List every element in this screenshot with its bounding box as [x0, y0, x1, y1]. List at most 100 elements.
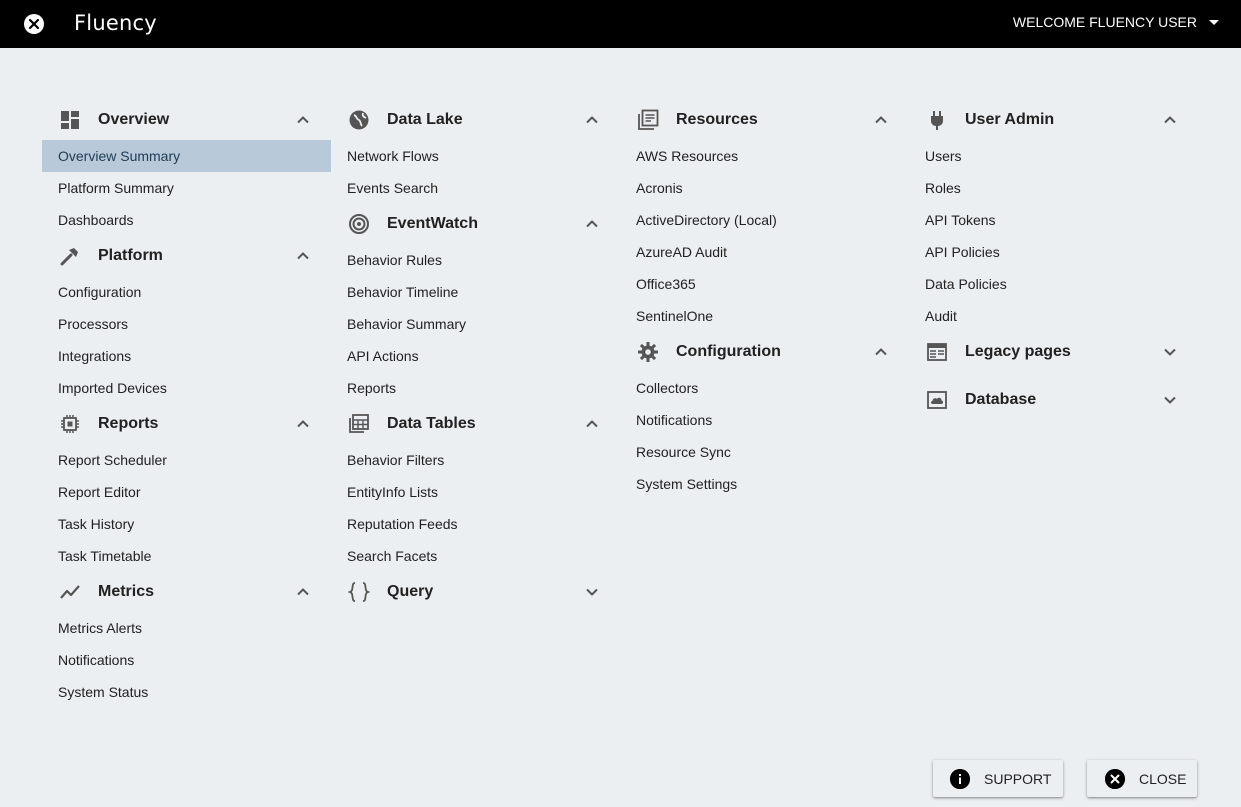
menu-item-platform-summary[interactable]: Platform Summary	[42, 172, 331, 204]
menu-item-integrations[interactable]: Integrations	[42, 340, 331, 372]
chevron-up-icon[interactable]	[584, 216, 600, 232]
hammer-icon	[58, 244, 82, 268]
menu-item-azuread-audit[interactable]: AzureAD Audit	[620, 236, 909, 268]
menu-item-notifications[interactable]: Notifications	[42, 644, 331, 676]
menu-item-report-scheduler[interactable]: Report Scheduler	[42, 444, 331, 476]
section-title: EventWatch	[387, 215, 478, 232]
menu-column-1: Overview Overview Summary Platform Summary…	[42, 100, 331, 708]
menu-item-metrics-alerts[interactable]: Metrics Alerts	[42, 612, 331, 644]
section-title: Overview	[98, 111, 170, 128]
section-title: Platform	[98, 247, 163, 264]
chevron-up-icon[interactable]	[1162, 112, 1178, 128]
menu-item-api-actions[interactable]: API Actions	[331, 340, 620, 372]
menu-item-imported-devices[interactable]: Imported Devices	[42, 372, 331, 404]
chevron-up-icon[interactable]	[295, 584, 311, 600]
section-header-legacy-pages[interactable]: Legacy pages	[909, 332, 1198, 372]
menu-item-notifications[interactable]: Notifications	[620, 404, 909, 436]
chevron-up-icon[interactable]	[873, 344, 889, 360]
chevron-up-icon[interactable]	[295, 112, 311, 128]
menu-column-2: Data Lake Network Flows Events Search Event…	[331, 100, 620, 620]
menu-section-eventwatch: EventWatch Behavior Rules Behavior Timelin…	[331, 204, 620, 404]
section-header-reports[interactable]: Reports	[42, 404, 331, 444]
menu-item-task-timetable[interactable]: Task Timetable	[42, 540, 331, 572]
chevron-up-icon[interactable]	[584, 416, 600, 432]
menu-item-behavior-rules[interactable]: Behavior Rules	[331, 244, 620, 276]
menu-item-behavior-summary[interactable]: Behavior Summary	[331, 308, 620, 340]
section-header-overview[interactable]: Overview	[42, 100, 331, 140]
section-title: Configuration	[676, 343, 781, 360]
chevron-down-icon[interactable]	[1162, 344, 1178, 360]
close-button[interactable]: CLOSE	[1087, 760, 1197, 797]
support-button[interactable]: SUPPORT	[933, 760, 1063, 797]
braces-icon	[347, 580, 371, 604]
menu-item-search-facets[interactable]: Search Facets	[331, 540, 620, 572]
menu-item-acronis[interactable]: Acronis	[620, 172, 909, 204]
menu-item-api-policies[interactable]: API Policies	[909, 236, 1198, 268]
menu-section-configuration: Configuration Collectors Notifications Reso…	[620, 332, 909, 500]
section-header-data-tables[interactable]: Data Tables	[331, 404, 620, 444]
menu-item-data-policies[interactable]: Data Policies	[909, 268, 1198, 300]
calendar-view-icon	[925, 340, 949, 364]
menu-item-office365[interactable]: Office365	[620, 268, 909, 300]
menu-item-collectors[interactable]: Collectors	[620, 372, 909, 404]
menu-section-resources: Resources AWS Resources Acronis ActiveDirec…	[620, 100, 909, 332]
gear-icon	[636, 340, 660, 364]
section-header-metrics[interactable]: Metrics	[42, 572, 331, 612]
menu-item-behavior-timeline[interactable]: Behavior Timeline	[331, 276, 620, 308]
chevron-down-icon[interactable]	[584, 584, 600, 600]
chevron-up-icon[interactable]	[295, 248, 311, 264]
menu-item-processors[interactable]: Processors	[42, 308, 331, 340]
section-header-query[interactable]: Query	[331, 572, 620, 612]
menu-item-system-status[interactable]: System Status	[42, 676, 331, 708]
cloud-box-icon	[925, 388, 949, 412]
menu-item-activedirectory-local[interactable]: ActiveDirectory (Local)	[620, 204, 909, 236]
menu-item-api-tokens[interactable]: API Tokens	[909, 204, 1198, 236]
menu-item-aws-resources[interactable]: AWS Resources	[620, 140, 909, 172]
menu-item-report-editor[interactable]: Report Editor	[42, 476, 331, 508]
section-title: Database	[965, 391, 1037, 408]
menu-item-events-search[interactable]: Events Search	[331, 172, 620, 204]
menu-item-sentinelone[interactable]: SentinelOne	[620, 300, 909, 332]
menu-section-overview: Overview Overview Summary Platform Summary…	[42, 100, 331, 236]
section-header-data-lake[interactable]: Data Lake	[331, 100, 620, 140]
menu-item-overview-summary[interactable]: Overview Summary	[42, 140, 331, 172]
support-label: SUPPORT	[984, 770, 1052, 787]
chevron-up-icon[interactable]	[295, 416, 311, 432]
menu-item-dashboards[interactable]: Dashboards	[42, 204, 331, 236]
menu-item-task-history[interactable]: Task History	[42, 508, 331, 540]
section-header-database[interactable]: Database	[909, 380, 1198, 420]
section-header-configuration[interactable]: Configuration	[620, 332, 909, 372]
section-header-platform[interactable]: Platform	[42, 236, 331, 276]
section-title: Metrics	[98, 583, 155, 600]
close-menu-icon[interactable]	[24, 14, 44, 34]
menu-item-audit[interactable]: Audit	[909, 300, 1198, 332]
menu-section-legacy-pages: Legacy pages	[909, 332, 1198, 372]
menu-column-4: User Admin Users Roles API Tokens API Polici…	[909, 100, 1198, 428]
chevron-up-icon[interactable]	[584, 112, 600, 128]
section-title: Data Tables	[387, 415, 476, 432]
section-header-eventwatch[interactable]: EventWatch	[331, 204, 620, 244]
menu-item-system-settings[interactable]: System Settings	[620, 468, 909, 500]
chevron-down-icon[interactable]	[1162, 392, 1178, 408]
user-menu-button[interactable]: WELCOME FLUENCY USER	[1013, 14, 1219, 30]
menu-item-users[interactable]: Users	[909, 140, 1198, 172]
menu-section-user-admin: User Admin Users Roles API Tokens API Polici…	[909, 100, 1198, 332]
menu-item-resource-sync[interactable]: Resource Sync	[620, 436, 909, 468]
chip-icon	[58, 412, 82, 436]
menu-item-reports[interactable]: Reports	[331, 372, 620, 404]
section-title: Reports	[98, 415, 159, 432]
chevron-up-icon[interactable]	[873, 112, 889, 128]
menu-section-data-tables: Data Tables Behavior Filters EntityInfo Li…	[331, 404, 620, 572]
menu-item-configuration[interactable]: Configuration	[42, 276, 331, 308]
menu-item-network-flows[interactable]: Network Flows	[331, 140, 620, 172]
welcome-label: WELCOME FLUENCY USER	[1012, 14, 1197, 30]
menu-section-query: Query	[331, 572, 620, 612]
section-header-resources[interactable]: Resources	[620, 100, 909, 140]
menu-item-roles[interactable]: Roles	[909, 172, 1198, 204]
menu-item-behavior-filters[interactable]: Behavior Filters	[331, 444, 620, 476]
menu-item-entityinfo-lists[interactable]: EntityInfo Lists	[331, 476, 620, 508]
section-title: Data Lake	[387, 111, 463, 128]
section-header-user-admin[interactable]: User Admin	[909, 100, 1198, 140]
info-icon	[950, 768, 970, 789]
menu-item-reputation-feeds[interactable]: Reputation Feeds	[331, 508, 620, 540]
